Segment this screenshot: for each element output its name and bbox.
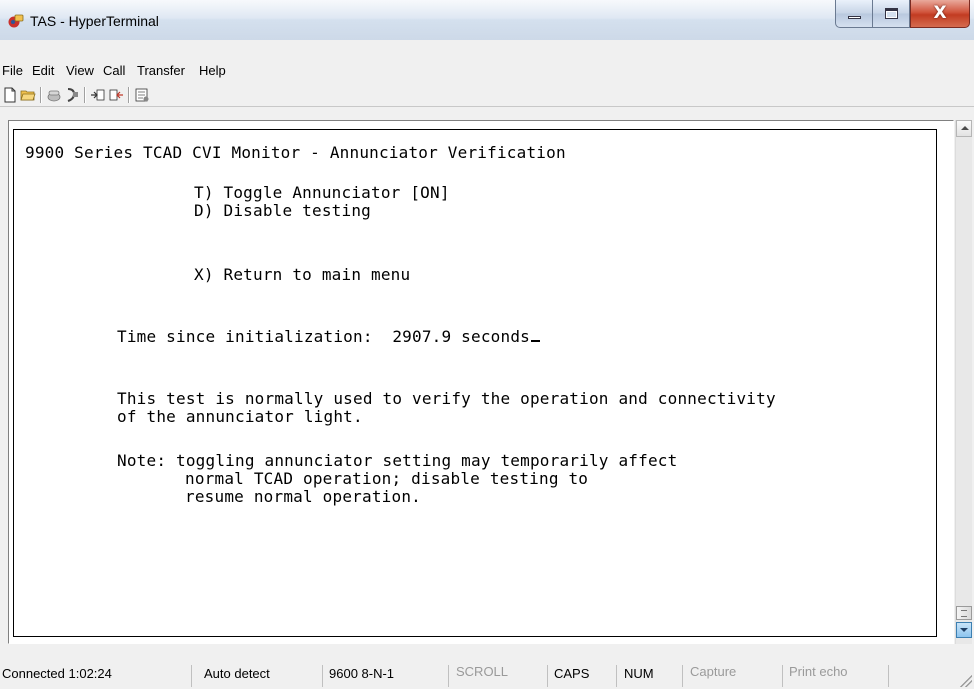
note-line-1: Note: toggling annunciator setting may t…	[117, 451, 678, 470]
connect-icon[interactable]	[64, 87, 80, 103]
toolbar	[0, 84, 974, 107]
scroll-up-button[interactable]	[956, 120, 972, 137]
menu-call[interactable]: Call	[103, 63, 125, 78]
menu-option-disable: D) Disable testing	[194, 201, 371, 220]
menu-option-toggle: T) Toggle Annunciator [ON]	[194, 183, 450, 202]
maximize-icon	[885, 8, 898, 19]
title-bar[interactable]: TAS - HyperTerminal X	[0, 0, 974, 40]
status-port-settings: 9600 8-N-1	[329, 666, 395, 681]
send-file-icon[interactable]	[90, 87, 106, 103]
status-num: NUM	[624, 666, 654, 681]
maximize-button[interactable]	[873, 0, 910, 28]
description-line-2: of the annunciator light.	[117, 407, 363, 426]
toolbar-separator	[40, 87, 42, 103]
close-button[interactable]: X	[910, 0, 970, 28]
time-value: 2907.9 seconds	[392, 327, 530, 346]
hyperterminal-window: TAS - HyperTerminal X File Edit View Cal…	[0, 0, 974, 689]
disconnect-icon[interactable]	[46, 87, 62, 103]
time-label: Time since initialization:	[117, 327, 373, 346]
status-caps: CAPS	[554, 666, 590, 681]
status-divider	[682, 665, 683, 687]
new-document-icon[interactable]	[2, 87, 18, 103]
resize-grip-icon[interactable]	[960, 675, 972, 687]
menu-transfer[interactable]: Transfer	[137, 63, 185, 78]
hyperterminal-phone-icon	[8, 14, 24, 28]
toolbar-separator	[128, 87, 130, 103]
status-print-echo: Print echo	[789, 664, 848, 679]
toolbar-separator	[84, 87, 86, 103]
status-connected: Connected 1:02:24	[2, 666, 112, 681]
properties-icon[interactable]	[134, 87, 150, 103]
minimize-icon	[848, 16, 861, 19]
terminal-border-box	[13, 129, 937, 637]
terminal-header: 9900 Series TCAD CVI Monitor - Annunciat…	[25, 143, 566, 162]
status-divider	[616, 665, 617, 687]
note-line-3: resume normal operation.	[185, 487, 421, 506]
time-line: Time since initialization: 2907.9 second…	[117, 328, 540, 346]
status-bar: Connected 1:02:24 Auto detect 9600 8-N-1…	[0, 657, 974, 689]
minimize-button[interactable]	[835, 0, 873, 28]
text-cursor	[531, 340, 540, 342]
menu-view[interactable]: View	[66, 63, 94, 78]
status-capture: Capture	[690, 664, 737, 679]
status-divider	[782, 665, 783, 687]
menu-edit[interactable]: Edit	[32, 63, 54, 78]
status-divider	[322, 665, 323, 687]
menu-file[interactable]: File	[2, 63, 23, 78]
scroll-down-button[interactable]	[956, 622, 972, 638]
menu-help[interactable]: Help	[199, 63, 226, 78]
status-divider	[191, 665, 192, 687]
menu-bar: File Edit View Call Transfer Help	[0, 62, 974, 82]
description-line-1: This test is normally used to verify the…	[117, 389, 776, 408]
status-divider	[888, 665, 889, 687]
note-line-2: normal TCAD operation; disable testing t…	[185, 469, 589, 488]
window-title: TAS - HyperTerminal	[30, 13, 159, 29]
terminal-screen[interactable]: 9900 Series TCAD CVI Monitor - Annunciat…	[9, 121, 953, 643]
close-icon: X	[933, 3, 947, 23]
receive-file-icon[interactable]	[108, 87, 124, 103]
status-scroll: SCROLL	[456, 664, 509, 679]
status-divider	[547, 665, 548, 687]
scroll-thumb[interactable]	[956, 606, 972, 620]
vertical-scrollbar[interactable]	[955, 120, 972, 644]
status-auto-detect: Auto detect	[204, 666, 270, 681]
open-folder-icon[interactable]	[20, 87, 36, 103]
menu-option-return: X) Return to main menu	[194, 265, 411, 284]
status-divider	[448, 665, 449, 687]
